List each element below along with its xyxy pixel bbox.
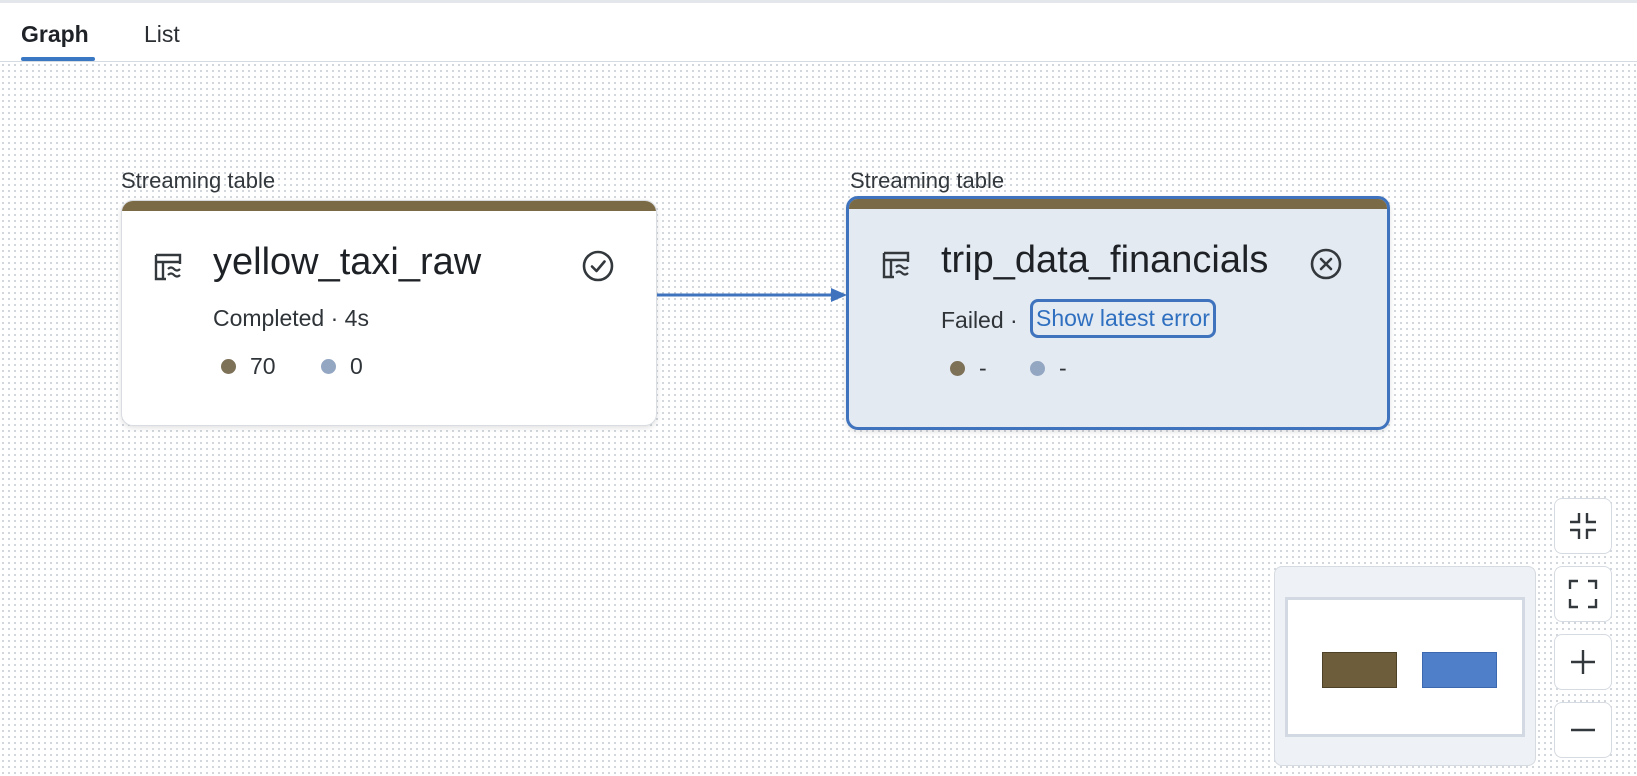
tab-list[interactable]: List <box>144 21 180 48</box>
node-type-bar <box>849 199 1387 209</box>
fit-view-button[interactable] <box>1554 566 1612 622</box>
minimap-node <box>1422 652 1497 688</box>
dot-brown-icon <box>950 361 965 376</box>
metric-value: - <box>979 355 987 381</box>
dot-blue-icon <box>1030 361 1045 376</box>
minimap[interactable] <box>1274 566 1536 766</box>
node-caption: Streaming table <box>850 168 1005 193</box>
metric-written: - <box>950 355 987 382</box>
edge-arrow <box>657 288 847 302</box>
metric-value: - <box>1059 355 1067 381</box>
node-type-bar <box>122 201 656 211</box>
collapse-icon <box>1570 513 1596 539</box>
node-trip-data-financials[interactable]: trip_data_financials Failed · Show lates… <box>846 196 1390 430</box>
collapse-button[interactable] <box>1554 498 1612 554</box>
show-latest-error-link[interactable]: Show latest error <box>1030 299 1216 338</box>
active-tab-indicator <box>21 57 95 61</box>
minimap-viewport[interactable] <box>1285 597 1525 737</box>
minimap-node <box>1322 652 1397 688</box>
zoom-in-button[interactable] <box>1554 634 1612 690</box>
node-title: yellow_taxi_raw <box>213 241 482 283</box>
metric-written: 70 <box>221 353 276 380</box>
metric-dropped: 0 <box>321 353 363 380</box>
streaming-table-icon <box>154 253 182 281</box>
zoom-out-button[interactable] <box>1554 702 1612 758</box>
zoom-in-icon <box>1571 650 1595 674</box>
fit-view-icon <box>1568 579 1598 609</box>
dot-brown-icon <box>221 359 236 374</box>
node-status: Completed · 4s <box>213 305 369 331</box>
metric-value: 0 <box>350 353 363 379</box>
tab-graph[interactable]: Graph <box>21 21 89 48</box>
node-title: trip_data_financials <box>941 239 1269 281</box>
zoom-out-icon <box>1571 728 1595 732</box>
view-tabs: Graph List <box>0 3 1637 62</box>
metric-dropped: - <box>1030 355 1067 382</box>
streaming-table-icon <box>882 251 910 279</box>
node-caption: Streaming table <box>121 168 276 193</box>
metric-value: 70 <box>250 353 276 379</box>
check-circle-icon <box>582 250 614 282</box>
x-circle-icon <box>1310 248 1342 280</box>
node-yellow-taxi-raw[interactable]: yellow_taxi_raw Completed · 4s 70 0 <box>121 200 657 426</box>
node-status: Failed · <box>941 307 1018 333</box>
dot-blue-icon <box>321 359 336 374</box>
